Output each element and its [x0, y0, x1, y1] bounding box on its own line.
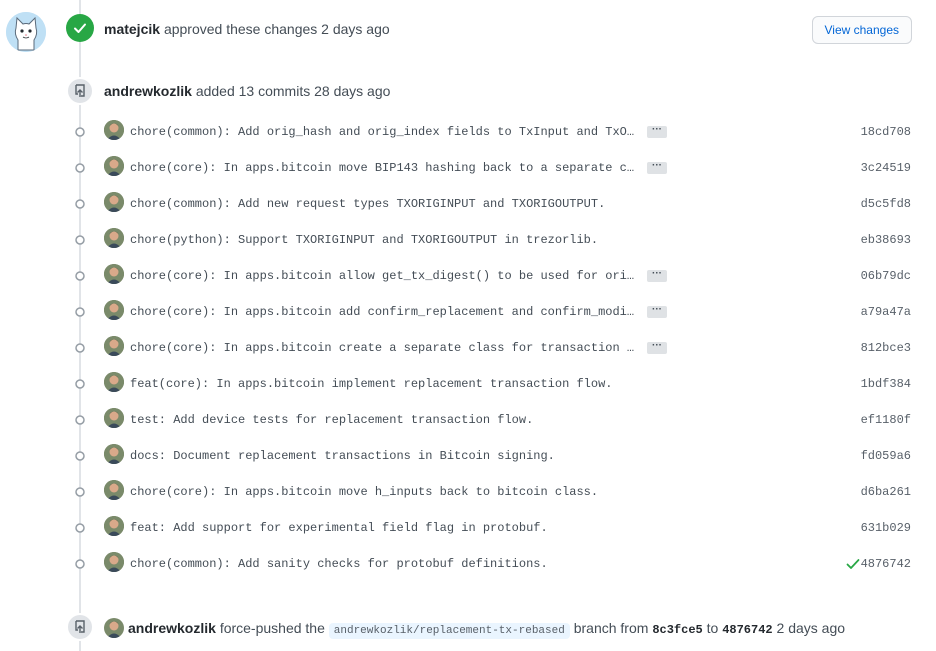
- commit-author-avatar[interactable]: [104, 480, 124, 500]
- commit-message[interactable]: chore(python): Support TXORIGINPUT and T…: [130, 233, 598, 247]
- commit-sha[interactable]: a79a47a: [861, 305, 911, 319]
- git-commit-icon: [75, 163, 85, 173]
- commit-message[interactable]: chore(core): In apps.bitcoin move h_inpu…: [130, 485, 598, 499]
- commit-row: feat: Add support for experimental field…: [0, 510, 936, 546]
- commit-sha[interactable]: 812bce3: [861, 341, 911, 355]
- commit-author-avatar[interactable]: [104, 444, 124, 464]
- commit-message[interactable]: test: Add device tests for replacement t…: [130, 413, 533, 427]
- commit-row: test: Add device tests for replacement t…: [0, 402, 936, 438]
- force-push-author-avatar[interactable]: [104, 618, 124, 638]
- commit-author-avatar[interactable]: [104, 300, 124, 320]
- review-summary: matejcik approved these changes 2 days a…: [104, 21, 390, 37]
- commit-sha[interactable]: eb38693: [861, 233, 911, 247]
- commit-row: chore(common): Add orig_hash and orig_in…: [0, 114, 936, 150]
- commit-message[interactable]: chore(core): In apps.bitcoin allow get_t…: [130, 269, 638, 283]
- commit-row: chore(python): Support TXORIGINPUT and T…: [0, 222, 936, 258]
- commit-message[interactable]: chore(common): Add sanity checks for pro…: [130, 557, 548, 571]
- commits-time[interactable]: 28 days ago: [314, 83, 390, 99]
- review-approved-event: matejcik approved these changes 2 days a…: [66, 14, 912, 48]
- git-commit-icon: [75, 307, 85, 317]
- commit-sha[interactable]: d5c5fd8: [861, 197, 911, 211]
- from-sha-link[interactable]: 8c3fce5: [652, 623, 702, 637]
- branch-label[interactable]: andrewkozlik/replacement-tx-rebased: [328, 623, 570, 639]
- review-author-link[interactable]: matejcik: [104, 21, 160, 37]
- commits-action-text: added 13 commits: [195, 83, 311, 99]
- commit-author-avatar[interactable]: [104, 120, 124, 140]
- commit-message[interactable]: chore(core): In apps.bitcoin move BIP143…: [130, 161, 638, 175]
- commit-row: chore(common): Add sanity checks for pro…: [0, 546, 936, 582]
- force-push-event: andrewkozlik force-pushed the andrewkozl…: [0, 614, 936, 644]
- commit-row: chore(core): In apps.bitcoin allow get_t…: [0, 258, 936, 294]
- commit-row: chore(common): Add new request types TXO…: [0, 186, 936, 222]
- git-commit-icon: [75, 451, 85, 461]
- force-push-summary: andrewkozlik force-pushed the andrewkozl…: [128, 620, 846, 639]
- review-action-text: approved these changes: [163, 21, 318, 37]
- commit-sha[interactable]: d6ba261: [861, 485, 911, 499]
- kebab-horizontal-icon[interactable]: ···: [647, 125, 667, 138]
- kebab-horizontal-icon[interactable]: ···: [647, 161, 667, 174]
- commit-author-avatar[interactable]: [104, 516, 124, 536]
- git-commit-icon: [75, 559, 85, 569]
- view-changes-button[interactable]: View changes: [811, 16, 912, 44]
- check-icon[interactable]: [846, 558, 860, 570]
- commits-added-header: andrewkozlik added 13 commits 28 days ag…: [104, 83, 390, 99]
- git-commit-icon: [75, 415, 85, 425]
- commits-author-link[interactable]: andrewkozlik: [104, 83, 192, 99]
- commit-message[interactable]: docs: Document replacement transactions …: [130, 449, 555, 463]
- commit-row: chore(core): In apps.bitcoin move h_inpu…: [0, 474, 936, 510]
- force-push-time[interactable]: 2 days ago: [777, 620, 846, 636]
- git-commit-icon: [75, 523, 85, 533]
- approved-check-badge: [66, 14, 94, 42]
- to-sha-link[interactable]: 4876742: [722, 623, 772, 637]
- git-commit-icon: [75, 343, 85, 353]
- commit-message[interactable]: chore(core): In apps.bitcoin add confirm…: [130, 305, 638, 319]
- commit-sha[interactable]: 631b029: [861, 521, 911, 535]
- commit-row: chore(core): In apps.bitcoin add confirm…: [0, 294, 936, 330]
- commit-author-avatar[interactable]: [104, 192, 124, 212]
- commits-event-badge: [66, 77, 94, 105]
- commit-row: docs: Document replacement transactions …: [0, 438, 936, 474]
- kebab-horizontal-icon[interactable]: ···: [647, 269, 667, 282]
- git-commit-icon: [75, 127, 85, 137]
- git-commit-icon: [75, 271, 85, 281]
- commit-message[interactable]: feat: Add support for experimental field…: [130, 521, 548, 535]
- commit-list: chore(common): Add orig_hash and orig_in…: [0, 114, 936, 582]
- reviewer-avatar[interactable]: [6, 12, 46, 52]
- kebab-horizontal-icon[interactable]: ···: [647, 305, 667, 318]
- commit-author-avatar[interactable]: [104, 264, 124, 284]
- commit-row: chore(core): In apps.bitcoin move BIP143…: [0, 150, 936, 186]
- kebab-horizontal-icon[interactable]: ···: [647, 341, 667, 354]
- git-commit-icon: [75, 235, 85, 245]
- force-push-author-link[interactable]: andrewkozlik: [128, 620, 216, 636]
- commit-author-avatar[interactable]: [104, 408, 124, 428]
- commit-sha[interactable]: 18cd708: [861, 125, 911, 139]
- git-commit-icon: [75, 487, 85, 497]
- commit-sha[interactable]: 1bdf384: [861, 377, 911, 391]
- git-commit-icon: [75, 379, 85, 389]
- commit-sha[interactable]: ef1180f: [861, 413, 911, 427]
- review-time[interactable]: 2 days ago: [321, 21, 390, 37]
- commit-message[interactable]: chore(common): Add orig_hash and orig_in…: [130, 125, 638, 139]
- git-commit-icon: [75, 199, 85, 209]
- commit-author-avatar[interactable]: [104, 552, 124, 572]
- commit-row: feat(core): In apps.bitcoin implement re…: [0, 366, 936, 402]
- octocat-avatar-image: [6, 12, 46, 52]
- commit-sha[interactable]: fd059a6: [861, 449, 911, 463]
- check-icon: [74, 23, 86, 33]
- force-push-action-text: force-pushed the: [219, 620, 325, 636]
- commit-row: chore(core): In apps.bitcoin create a se…: [0, 330, 936, 366]
- force-push-to-text: to: [706, 620, 719, 636]
- commit-message[interactable]: feat(core): In apps.bitcoin implement re…: [130, 377, 612, 391]
- commit-sha[interactable]: 06b79dc: [861, 269, 911, 283]
- commit-author-avatar[interactable]: [104, 228, 124, 248]
- commit-message[interactable]: chore(core): In apps.bitcoin create a se…: [130, 341, 638, 355]
- commit-message[interactable]: chore(common): Add new request types TXO…: [130, 197, 605, 211]
- force-push-from-text: branch from: [573, 620, 649, 636]
- commit-author-avatar[interactable]: [104, 372, 124, 392]
- commit-sha[interactable]: 4876742: [861, 557, 911, 571]
- commit-author-avatar[interactable]: [104, 336, 124, 356]
- repo-push-icon: [75, 84, 85, 97]
- commit-sha[interactable]: 3c24519: [861, 161, 911, 175]
- commit-author-avatar[interactable]: [104, 156, 124, 176]
